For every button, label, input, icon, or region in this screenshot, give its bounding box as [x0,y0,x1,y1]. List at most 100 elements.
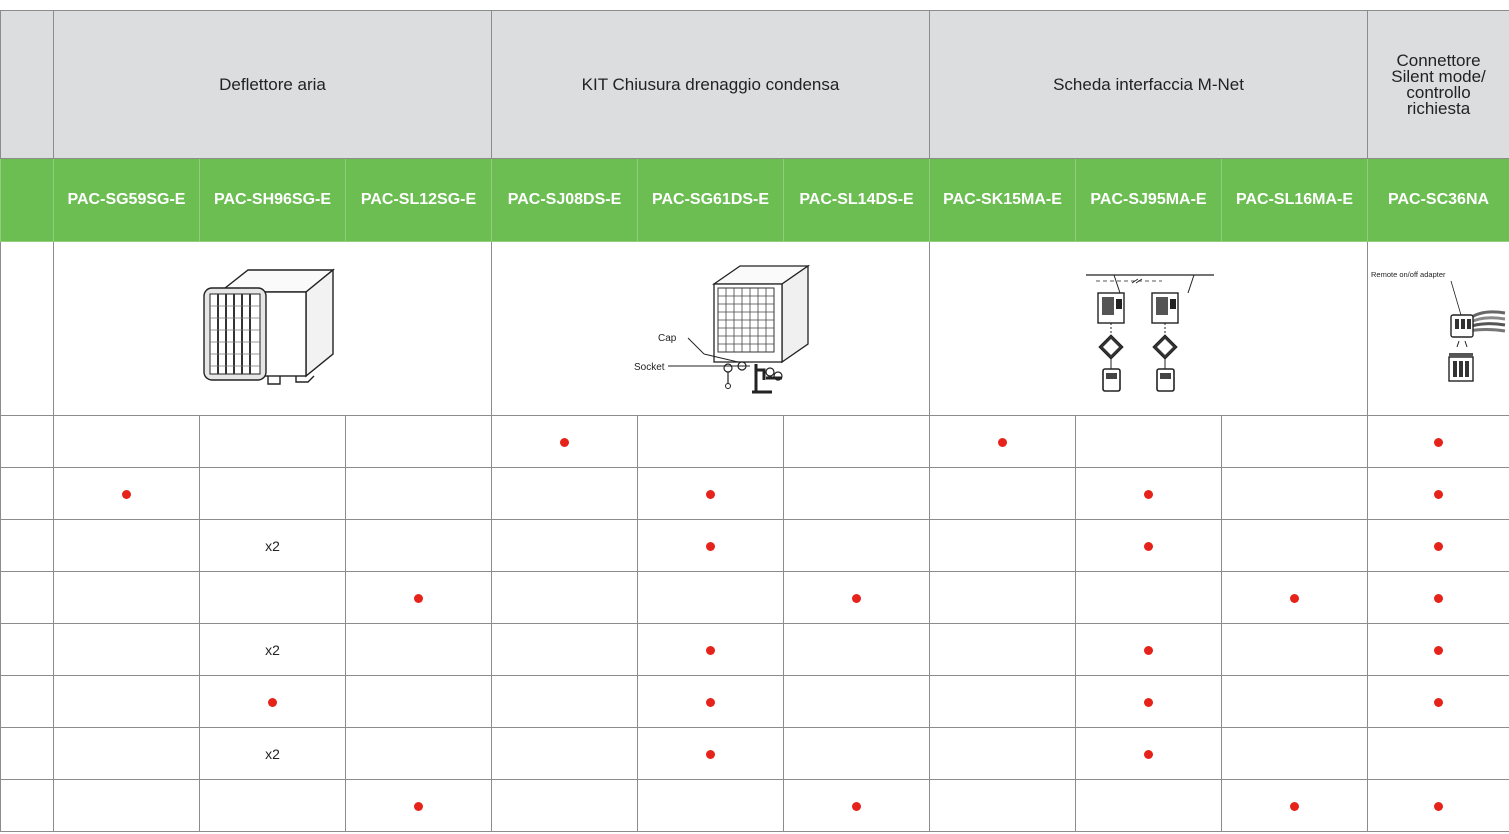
code-cell: PAC-SH96SG-E [199,158,346,242]
group-header-drain-kit: KIT Chiusura drenaggio condensa [491,10,931,159]
cell [929,623,1077,676]
table-row [0,779,1509,832]
compatible-dot [852,593,862,603]
compatible-dot [122,489,131,499]
code-cell: PAC-SL14DS-E [783,158,931,242]
table-row: x2 [0,623,1509,676]
cell [929,415,1077,468]
group-header-mnet-board: Scheda interfaccia M-Net [929,10,1369,159]
cell [1075,779,1223,832]
table-row: x2 [0,519,1509,572]
cell [1367,727,1509,780]
cell [637,727,785,780]
cell [637,519,785,572]
drain-kit-illustration: Cap Socket [491,241,931,416]
cell [929,675,1077,728]
cell [1221,623,1369,676]
row-label [0,467,54,520]
cell [491,623,639,676]
compatible-dot [706,541,716,551]
table-row [0,415,1509,468]
cell [637,571,785,624]
table-row: x2 [0,727,1509,780]
cell [783,727,931,780]
cell [1367,571,1509,624]
cell [1075,623,1223,676]
row-label [0,675,54,728]
cell [1075,415,1223,468]
cell [344,727,493,780]
compatibility-grid: Deflettore aria KIT Chiusura drenaggio c… [0,10,1509,832]
cell [199,571,346,624]
cell [491,727,639,780]
illustration-row-label [0,241,54,416]
compatible-dot [1434,697,1444,707]
cell [344,675,493,728]
row-label [0,571,54,624]
cell [783,571,931,624]
socket-label: Socket [634,362,665,373]
m-net-board-icon [1085,274,1214,392]
cell [199,779,346,832]
compatible-dot [706,645,716,655]
cell [637,467,785,520]
code-cell: PAC-SG59SG-E [53,158,200,242]
mnet-board-illustration [929,241,1369,416]
cell [1367,675,1509,728]
cell [53,779,200,832]
cell [53,519,200,572]
compatible-dot [706,697,716,707]
compatible-dot [1290,593,1300,603]
remote-adapter-icon: Remote on/off adapter [1371,270,1505,382]
cell [1075,675,1223,728]
cell [199,415,346,468]
cell: x2 [199,519,346,572]
compatible-dot [1434,593,1444,603]
cell [53,415,200,468]
cell [1367,519,1509,572]
cell [344,623,493,676]
cell [929,519,1077,572]
cell [1075,519,1223,572]
cell [783,519,931,572]
compatible-dot [1144,645,1154,655]
row-label-header [0,10,54,159]
code-row-label [0,158,54,242]
cell [783,623,931,676]
cell [637,623,785,676]
cell [783,779,931,832]
compatible-dot [1434,437,1444,447]
cell [491,467,639,520]
compatible-dot [1434,541,1444,551]
code-cell: PAC-SJ95MA-E [1075,158,1223,242]
cap-label: Cap [658,333,677,344]
code-row: PAC-SG59SG-E PAC-SH96SG-E PAC-SL12SG-E P… [0,158,1509,242]
cell [344,415,493,468]
drain-socket-icon: Cap Socket [634,264,810,393]
cell [783,415,931,468]
cell [1075,571,1223,624]
table-row [0,675,1509,728]
cell [1221,675,1369,728]
compatible-dot [706,489,716,499]
code-cell: PAC-SJ08DS-E [491,158,639,242]
compatible-dot [1434,489,1444,499]
compatible-dot [1434,801,1444,811]
cell [1221,467,1369,520]
cell [1075,467,1223,520]
cell [929,467,1077,520]
code-cell: PAC-SG61DS-E [637,158,785,242]
compatible-dot [1144,749,1154,759]
cell [783,675,931,728]
outdoor-unit-icon [202,268,335,385]
cell [199,467,346,520]
cell [637,675,785,728]
cell [1367,779,1509,832]
cell [1075,727,1223,780]
cell [1221,727,1369,780]
row-label [0,779,54,832]
cell [1221,415,1369,468]
cell [491,779,639,832]
cell [344,467,493,520]
compatible-dot [1290,801,1300,811]
